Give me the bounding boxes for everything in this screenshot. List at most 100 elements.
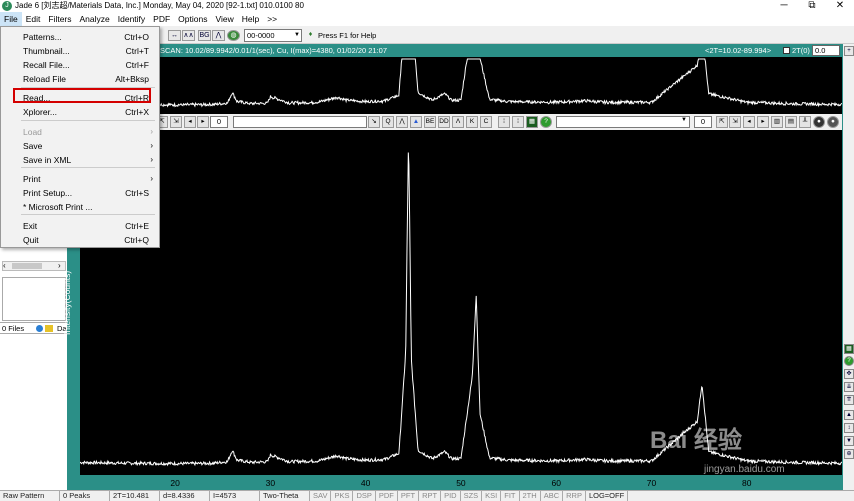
menu-item-label: Recall File... [23,60,70,70]
grid-icon[interactable]: ▦ [526,116,538,128]
expand-icon[interactable]: + [844,46,854,56]
scroll-right-icon[interactable]: › [58,261,61,270]
peak-find-icon[interactable]: ⋀ [396,116,408,128]
menu-item-reload-file[interactable]: Reload File Alt+Bksp [1,72,159,86]
menu-separator [21,167,155,168]
x-tick-label: 50 [456,478,466,488]
sticks-icon[interactable]: ╨ [799,116,811,128]
record-icon[interactable]: ● [827,116,839,128]
zoom-icon[interactable]: ⊕ [844,449,854,459]
overview-trace [80,58,843,108]
app-icon[interactable]: J [2,1,12,11]
help-icon[interactable]: ? [540,116,552,128]
menu-item-label: Exit [23,221,38,231]
flask-icon[interactable]: ♦ [304,30,317,41]
submenu-arrow-icon: › [150,174,153,183]
menu-item-xplorer[interactable]: Xplorer... Ctrl+X [1,105,159,119]
twotheta-label: 2T(0) [792,46,810,55]
close-button[interactable]: ✕ [826,0,854,12]
menu-view[interactable]: View [211,12,237,26]
bg-edit-icon[interactable]: BE [424,116,436,128]
globe-icon[interactable]: ◍ [227,30,240,41]
peaks-icon[interactable]: ∧∧ [182,30,195,41]
menu-item-print[interactable]: Print › [1,172,159,186]
profile-fit-icon[interactable]: ▲ [410,116,422,128]
bg-icon[interactable]: BG [198,30,211,41]
pan-left-right-icon[interactable]: ◂ [743,116,755,128]
watermark-url: jingyan.baidu.com [704,464,785,475]
menu-filters[interactable]: Filters [44,12,75,26]
menu-more[interactable]: >> [263,12,281,26]
chevron-down-icon[interactable]: ▼ [293,30,301,41]
menu-pdf[interactable]: PDF [149,12,174,26]
menu-item-label: Xplorer... [23,107,58,117]
menu-item-label: Quit [23,235,39,245]
arrows-icon[interactable]: ✥ [844,369,854,379]
menu-item-shortcut: Ctrl+O [124,32,149,42]
zoom-out-right-icon[interactable]: ⇱ [716,116,728,128]
right-number-field[interactable]: 0 [694,116,712,128]
scan-info: SCAN: 10.02/89.9942/0.01/1(sec), Cu, I(m… [160,46,388,55]
pan-right-right-icon[interactable]: ▸ [757,116,769,128]
folder-icon[interactable] [45,325,53,332]
up-icon[interactable]: ▲ [844,410,854,420]
twotheta-checkbox[interactable] [783,47,790,54]
overview-plot[interactable] [80,57,843,114]
menu-item-thumbnail[interactable]: Thumbnail... Ctrl+T [1,44,159,58]
menu-item-microsoft-print[interactable]: * Microsoft Print ... [1,200,159,214]
menu-item-patterns[interactable]: Patterns... Ctrl+O [1,30,159,44]
filter-field-left[interactable] [233,116,367,128]
pan-right-icon[interactable]: ▸ [197,116,209,128]
menu-item-exit[interactable]: Exit Ctrl+E [1,219,159,233]
zoom-in-icon[interactable]: ⇲ [170,116,182,128]
help-right-icon[interactable]: ? [844,356,854,366]
grid-right-icon[interactable]: ▦ [844,344,854,354]
twotheta-input[interactable]: 0.0 [812,45,840,56]
double-down-icon[interactable]: ⇊ [844,382,854,392]
cursor-c-icon[interactable]: C [480,116,492,128]
menu-help[interactable]: Help [238,12,263,26]
lambda-icon[interactable]: Λ [452,116,464,128]
file-menu-dropdown: Patterns... Ctrl+O Thumbnail... Ctrl+T Recal… [0,26,160,248]
dd-icon[interactable]: DD [438,116,450,128]
filter-field-right[interactable] [556,116,690,128]
info-icon[interactable] [36,325,43,332]
down-icon[interactable]: ▼ [844,436,854,446]
menu-item-save-in-xml[interactable]: Save in XML › [1,153,159,167]
cursor-icon[interactable]: ↘ [368,116,380,128]
pan-left-icon[interactable]: ◂ [184,116,196,128]
scroll-left-icon[interactable]: ‹ [3,261,6,270]
peak-marker-icon[interactable]: ⁞ [498,116,510,128]
chevron-down-icon[interactable]: ▼ [681,117,687,123]
menu-item-label: Save in XML [23,155,72,165]
ka2-icon[interactable]: K [466,116,478,128]
range-info: <2T=10.02-89.994> [705,46,772,55]
menu-file[interactable]: File [0,12,22,26]
left-number-field[interactable]: 0 [210,116,228,128]
menu-item-save[interactable]: Save › [1,139,159,153]
zoom-in-right-icon[interactable]: ⇲ [729,116,741,128]
menu-item-label: Patterns... [23,32,62,42]
menu-item-shortcut: Ctrl+E [125,221,149,231]
menu-options[interactable]: Options [174,12,211,26]
magnify-icon[interactable]: Q [382,116,394,128]
stop-icon[interactable]: ● [813,116,825,128]
menu-item-quit[interactable]: Quit Ctrl+Q [1,233,159,247]
mountain-icon[interactable]: ⋀ [212,30,225,41]
restore-button[interactable]: ⧉ [798,0,826,12]
menu-item-print-setup[interactable]: Print Setup... Ctrl+S [1,186,159,200]
menu-item-shortcut: Ctrl+S [125,188,149,198]
minimize-button[interactable]: ─ [770,0,798,12]
scrollbar-thumb[interactable] [12,263,42,269]
peak-arrows-icon[interactable]: ↔ [168,30,181,41]
menu-item-recall-file[interactable]: Recall File... Ctrl+F [1,58,159,72]
menu-edit[interactable]: Edit [22,12,45,26]
bars-icon[interactable]: ▥ [771,116,783,128]
menu-identify[interactable]: Identify [114,12,149,26]
columns-icon[interactable]: ▤ [785,116,797,128]
menu-analyze[interactable]: Analyze [76,12,114,26]
double-up-icon[interactable]: ⇈ [844,395,854,405]
peak-marker2-icon[interactable]: ⁞ [512,116,524,128]
menu-item-label: * Microsoft Print ... [23,202,93,212]
updown-icon[interactable]: ↕ [844,423,854,433]
